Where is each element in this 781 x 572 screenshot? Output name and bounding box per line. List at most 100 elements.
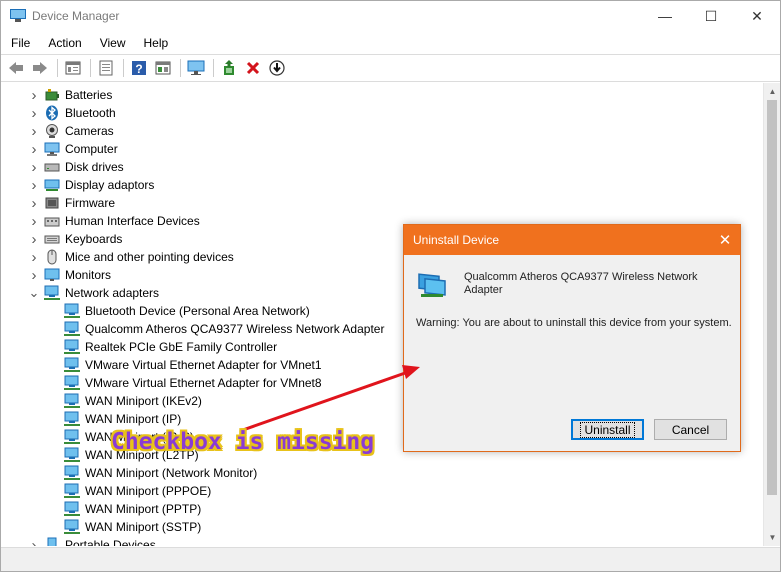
tree-category-label: Display adaptors	[65, 178, 155, 192]
network-icon	[64, 501, 80, 517]
tree-device[interactable]: WAN Miniport (IP)	[48, 410, 181, 428]
status-bar	[1, 547, 780, 571]
chevron-right-icon[interactable]: ›	[28, 536, 40, 547]
tree-category[interactable]: › Bluetooth	[28, 104, 116, 122]
tree-device-label: WAN Miniport (Network Monitor)	[85, 466, 258, 480]
scroll-thumb[interactable]	[767, 100, 777, 495]
network-icon	[64, 465, 80, 481]
tree-device[interactable]: Bluetooth Device (Personal Area Network)	[48, 302, 310, 320]
tree-device[interactable]: WAN Miniport (SSTP)	[48, 518, 201, 536]
uninstall-icon[interactable]	[242, 57, 264, 79]
dialog-close-button[interactable]: ✕	[710, 225, 740, 255]
tree-category-network-adapters[interactable]: ⌄ Network adapters	[28, 284, 159, 302]
chevron-right-icon[interactable]: ›	[28, 104, 40, 122]
tree-category-label: Firmware	[65, 196, 115, 210]
dialog-title: Uninstall Device	[413, 233, 500, 247]
chevron-right-icon[interactable]: ›	[28, 122, 40, 140]
forward-icon[interactable]	[29, 57, 51, 79]
menu-action[interactable]: Action	[38, 36, 89, 50]
tree-device[interactable]: WAN Miniport (PPTP)	[48, 500, 201, 518]
menu-bar: File Action View Help	[1, 32, 176, 54]
network-icon	[64, 339, 80, 355]
vertical-scrollbar[interactable]: ▲ ▼	[763, 83, 780, 546]
network-icon	[64, 357, 80, 373]
tree-device[interactable]: VMware Virtual Ethernet Adapter for VMne…	[48, 374, 322, 392]
tree-category[interactable]: › Keyboards	[28, 230, 123, 248]
chevron-right-icon[interactable]: ›	[28, 230, 40, 248]
chevron-right-icon[interactable]: ›	[28, 248, 40, 266]
menu-help[interactable]: Help	[134, 36, 177, 50]
tree-device[interactable]: Qualcomm Atheros QCA9377 Wireless Networ…	[48, 320, 384, 338]
download-icon[interactable]	[266, 57, 288, 79]
scroll-down-icon[interactable]: ▼	[764, 529, 781, 546]
keyboard-icon	[44, 231, 60, 247]
tree-category[interactable]: › Display adaptors	[28, 176, 155, 194]
tree-device[interactable]: Realtek PCIe GbE Family Controller	[48, 338, 277, 356]
tree-device[interactable]: WAN Miniport (IKEv2)	[48, 392, 202, 410]
tree-device[interactable]: WAN Miniport (PPPOE)	[48, 482, 211, 500]
network-icon	[64, 447, 80, 463]
back-icon[interactable]	[5, 57, 27, 79]
chevron-right-icon[interactable]: ›	[28, 86, 40, 104]
help-icon[interactable]: ?	[128, 57, 150, 79]
bluetooth-icon	[44, 105, 60, 121]
chevron-right-icon[interactable]: ›	[28, 266, 40, 284]
monitor-icon	[44, 267, 60, 283]
menu-file[interactable]: File	[1, 36, 38, 50]
chevron-right-icon[interactable]: ›	[28, 140, 40, 158]
tree-category[interactable]: › Cameras	[28, 122, 114, 140]
tree-device-label: Bluetooth Device (Personal Area Network)	[85, 304, 310, 318]
tree-device-label: VMware Virtual Ethernet Adapter for VMne…	[85, 358, 322, 372]
chevron-right-icon[interactable]: ›	[28, 194, 40, 212]
menu-view[interactable]: View	[90, 36, 134, 50]
tree-category[interactable]: › Monitors	[28, 266, 112, 284]
uninstall-button[interactable]: Uninstall	[571, 419, 644, 440]
tree-category[interactable]: › Batteries	[28, 86, 113, 104]
tree-category[interactable]: › Human Interface Devices	[28, 212, 200, 230]
chevron-right-icon[interactable]: ›	[28, 158, 40, 176]
tree-category[interactable]: › Mice and other pointing devices	[28, 248, 234, 266]
tree-category-label: Human Interface Devices	[65, 214, 200, 228]
tree-device-label: WAN Miniport (PPTP)	[85, 502, 202, 516]
tree-category[interactable]: › Firmware	[28, 194, 116, 212]
cancel-button[interactable]: Cancel	[654, 419, 727, 440]
monitor-icon[interactable]	[185, 57, 207, 79]
tree-category-label: Computer	[65, 142, 118, 156]
close-button[interactable]: ✕	[734, 1, 780, 31]
uninstall-device-dialog: Uninstall Device ✕ Qualcomm Atheros QCA9…	[403, 224, 741, 452]
network-icon	[64, 411, 80, 427]
firmware-icon	[44, 195, 60, 211]
chevron-down-icon[interactable]: ⌄	[28, 284, 40, 302]
tree-category[interactable]: › Disk drives	[28, 158, 124, 176]
tree-category[interactable]: › Computer	[28, 140, 118, 158]
tree-device[interactable]: VMware Virtual Ethernet Adapter for VMne…	[48, 356, 322, 374]
tree-device[interactable]: WAN Miniport (Network Monitor)	[48, 464, 257, 482]
properties-icon[interactable]	[95, 57, 117, 79]
scroll-up-icon[interactable]: ▲	[764, 83, 781, 100]
chevron-right-icon[interactable]: ›	[28, 212, 40, 230]
tree-category-label: Bluetooth	[65, 106, 116, 120]
tree-category-label: Network adapters	[65, 286, 160, 300]
maximize-button[interactable]: ☐	[688, 1, 734, 31]
view-icon[interactable]	[152, 57, 174, 79]
tree-category[interactable]: › Portable Devices	[28, 536, 156, 546]
title-bar: Device Manager — ☐ ✕	[1, 1, 780, 31]
network-icon	[64, 483, 80, 499]
uninstall-button-label: Uninstall	[580, 421, 635, 438]
minimize-button[interactable]: —	[642, 1, 688, 31]
show-hide-icon[interactable]	[62, 57, 84, 79]
network-icon	[64, 303, 80, 319]
tree-device-label: Realtek PCIe GbE Family Controller	[85, 340, 278, 354]
network-icon	[64, 393, 80, 409]
tree-category-label: Batteries	[65, 88, 113, 102]
network-icon	[44, 285, 60, 301]
camera-icon	[44, 123, 60, 139]
chevron-right-icon[interactable]: ›	[28, 176, 40, 194]
window-title: Device Manager	[32, 9, 120, 23]
update-driver-icon[interactable]	[218, 57, 240, 79]
